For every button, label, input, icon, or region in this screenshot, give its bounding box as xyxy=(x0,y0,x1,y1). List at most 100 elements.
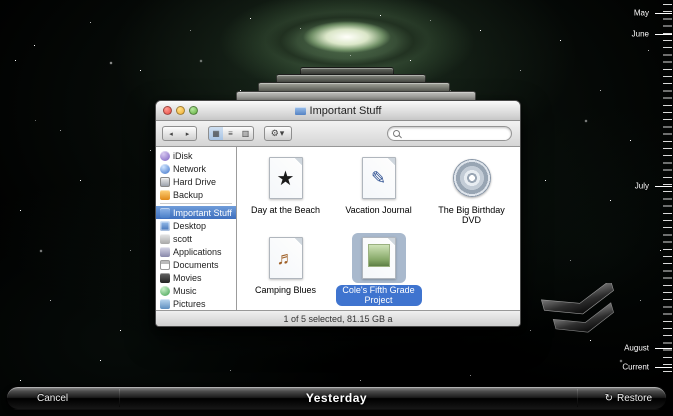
movie-star-icon: ★ xyxy=(269,157,303,199)
sidebar-separator xyxy=(160,203,232,204)
status-bar: 1 of 5 selected, 81.15 GB a xyxy=(156,310,520,326)
sidebar-item-label: Applications xyxy=(173,247,222,257)
sidebar-item-applications[interactable]: Applications xyxy=(156,245,236,258)
backup-icon xyxy=(160,190,170,200)
icon-view-icon: ▦ xyxy=(212,129,220,138)
journal-pen-icon: ✎ xyxy=(362,157,396,199)
documents-icon xyxy=(160,260,170,270)
back-icon: ◂ xyxy=(169,130,173,138)
search-icon xyxy=(393,130,400,137)
column-view-button[interactable]: ▥ xyxy=(238,126,254,141)
file-camping-blues[interactable]: ♬ Camping Blues xyxy=(239,233,332,313)
forward-button[interactable]: ▸ xyxy=(179,126,197,141)
window-titlebar[interactable]: Important Stuff xyxy=(156,101,520,121)
folder-icon xyxy=(295,107,306,115)
timeline-month-tick xyxy=(655,367,672,368)
desktop-icon xyxy=(160,221,170,231)
file-label: Vacation Journal xyxy=(341,205,415,216)
sidebar-item-scott[interactable]: scott xyxy=(156,232,236,245)
list-view-button[interactable]: ≡ xyxy=(223,126,239,141)
time-machine-screen: Important Stuff ◂ ▸ ▦ ≡ ▥ ⚙▾ iDisk Networ… xyxy=(0,0,673,416)
dvd-icon xyxy=(455,157,489,199)
gear-icon: ⚙ xyxy=(271,128,280,139)
timeline-month-current[interactable]: Current xyxy=(622,363,649,372)
sidebar-item-movies[interactable]: Movies xyxy=(156,271,236,284)
sidebar-item-network[interactable]: Network xyxy=(156,162,236,175)
restore-label: Restore xyxy=(617,393,652,404)
school-project-icon xyxy=(362,237,396,279)
sidebar-item-label: Pictures xyxy=(173,299,206,309)
chevron-down-icon: ▾ xyxy=(280,128,286,139)
timeline-month-tick xyxy=(655,348,672,349)
window-title-text: Important Stuff xyxy=(310,105,382,117)
sidebar: iDisk Network Hard Drive Backup Important St… xyxy=(156,147,237,310)
file-label: Day at the Beach xyxy=(247,205,324,216)
guitar-audio-icon: ♬ xyxy=(269,237,303,279)
sidebar-item-backup[interactable]: Backup xyxy=(156,188,236,201)
search-input[interactable] xyxy=(400,128,521,140)
file-icon-selection xyxy=(445,153,499,203)
close-button[interactable] xyxy=(163,106,172,115)
sidebar-item-label: Network xyxy=(173,164,206,174)
hard-drive-icon xyxy=(160,177,170,187)
file-label: The Big Birthday DVD xyxy=(425,205,518,226)
file-icon-selection: ♬ xyxy=(259,233,313,283)
sidebar-item-label: Desktop xyxy=(173,221,206,231)
time-machine-bar: Cancel Yesterday ↻ Restore xyxy=(6,386,667,410)
pictures-icon xyxy=(160,299,170,309)
sidebar-item-pictures[interactable]: Pictures xyxy=(156,297,236,310)
sidebar-item-music[interactable]: Music xyxy=(156,284,236,297)
sidebar-item-label: Backup xyxy=(173,190,203,200)
window-body: iDisk Network Hard Drive Backup Important St… xyxy=(156,147,520,310)
sidebar-item-label: scott xyxy=(173,234,192,244)
forward-icon: ▸ xyxy=(186,130,190,138)
timeline-month-may[interactable]: May xyxy=(634,9,649,18)
restore-arrow-icon: ↻ xyxy=(605,393,613,404)
sidebar-item-label: iDisk xyxy=(173,151,193,161)
file-icon-selection xyxy=(352,233,406,283)
timeline-month-july[interactable]: July xyxy=(635,182,649,191)
file-icon-selection: ★ xyxy=(259,153,313,203)
timeline-ticks[interactable] xyxy=(663,4,672,376)
timeline-month-tick xyxy=(655,34,672,35)
zoom-button[interactable] xyxy=(189,106,198,115)
timeline-nav-arrows[interactable] xyxy=(540,283,624,339)
back-button[interactable]: ◂ xyxy=(162,126,180,141)
timeline-month-june[interactable]: June xyxy=(632,30,649,39)
timeline-month-august[interactable]: August xyxy=(624,344,649,353)
icon-view-button[interactable]: ▦ xyxy=(208,126,224,141)
search-field[interactable] xyxy=(387,126,512,141)
home-icon xyxy=(160,234,170,244)
music-icon xyxy=(160,286,170,296)
sidebar-item-important-stuff[interactable]: Important Stuff xyxy=(156,206,236,219)
timeline-month-tick xyxy=(655,13,672,14)
finder-window: Important Stuff ◂ ▸ ▦ ≡ ▥ ⚙▾ iDisk Networ… xyxy=(155,100,521,327)
action-menu-button[interactable]: ⚙▾ xyxy=(264,126,292,141)
file-label: Camping Blues xyxy=(251,285,320,296)
timeline-month-tick xyxy=(655,186,672,187)
sidebar-item-label: Documents xyxy=(173,260,219,270)
sidebar-item-idisk[interactable]: iDisk xyxy=(156,149,236,162)
sidebar-item-label: Hard Drive xyxy=(173,177,216,187)
file-cole-s-fifth-grade-project[interactable]: Cole's Fifth Grade Project xyxy=(332,233,425,313)
sidebar-item-desktop[interactable]: Desktop xyxy=(156,219,236,232)
file-vacation-journal[interactable]: ✎ Vacation Journal xyxy=(332,153,425,233)
folder-icon xyxy=(160,208,170,218)
starfield-bright xyxy=(0,0,2,2)
file-day-at-the-beach[interactable]: ★ Day at the Beach xyxy=(239,153,332,233)
idisk-icon xyxy=(160,151,170,161)
sidebar-item-documents[interactable]: Documents xyxy=(156,258,236,271)
sidebar-item-label: Movies xyxy=(173,273,202,283)
sidebar-item-hard-drive[interactable]: Hard Drive xyxy=(156,175,236,188)
sidebar-item-label: Important Stuff xyxy=(173,208,232,218)
sidebar-item-label: Music xyxy=(173,286,197,296)
file-grid: ★ Day at the Beach ✎ Vacation Journal The Bi… xyxy=(237,147,520,310)
list-view-icon: ≡ xyxy=(228,129,233,138)
window-toolbar: ◂ ▸ ▦ ≡ ▥ ⚙▾ xyxy=(156,121,520,147)
file-icon-selection: ✎ xyxy=(352,153,406,203)
network-icon xyxy=(160,164,170,174)
file-the-big-birthday-dvd[interactable]: The Big Birthday DVD xyxy=(425,153,518,233)
restore-button[interactable]: ↻ Restore xyxy=(605,393,652,404)
minimize-button[interactable] xyxy=(176,106,185,115)
movies-icon xyxy=(160,273,170,283)
